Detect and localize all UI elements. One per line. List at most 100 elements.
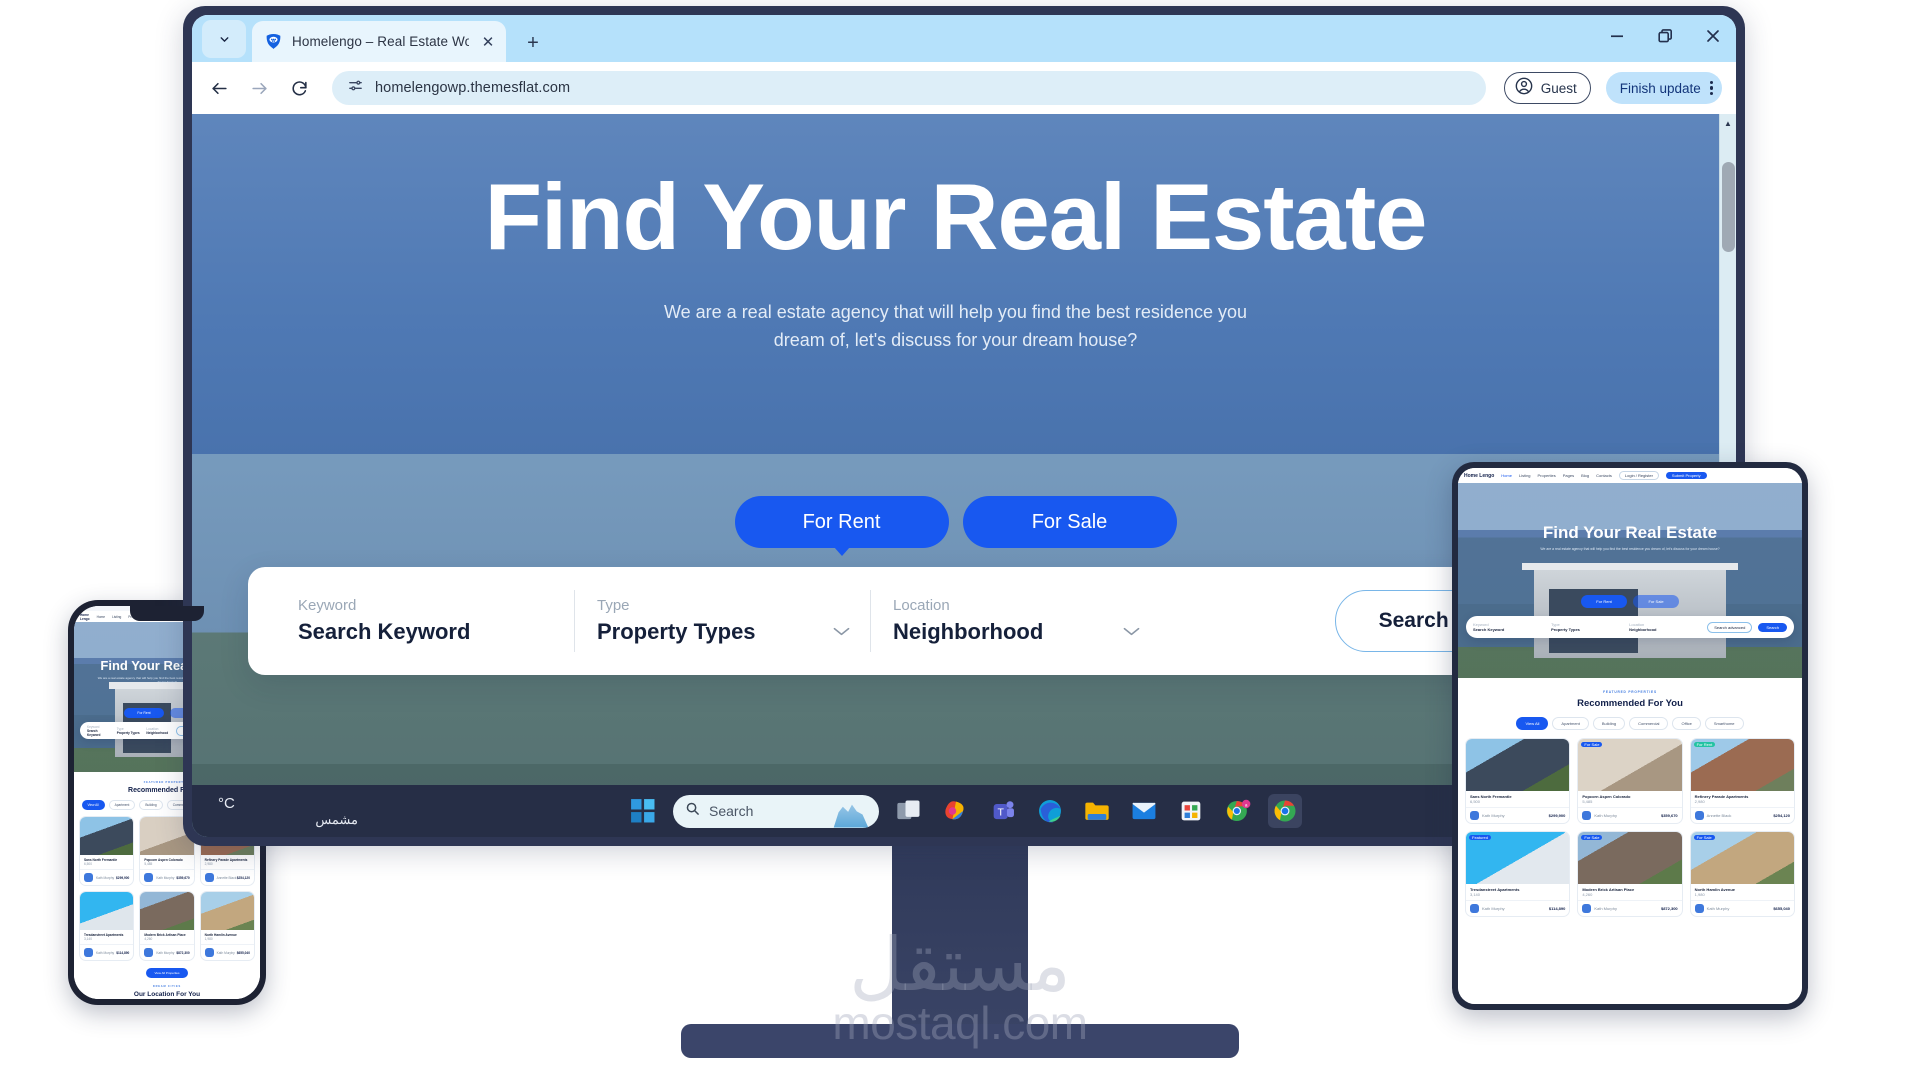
profile-label: Guest: [1540, 80, 1577, 96]
mini-property-thumb: Featured: [1466, 832, 1570, 884]
arrow-left-icon[interactable]: [202, 71, 236, 105]
mini-property-body: Refinery Parade Apartments 2,980: [1691, 791, 1794, 807]
address-bar[interactable]: homelengowp.themesflat.com: [332, 71, 1486, 105]
avatar: [204, 873, 214, 882]
search-field-keyword[interactable]: Keyword Search Keyword: [276, 590, 574, 652]
taskbar-search[interactable]: Search: [673, 794, 879, 828]
search-field-location[interactable]: Location Neighborhood: [870, 590, 1160, 652]
weather-widget[interactable]: °C مشمس: [218, 787, 358, 835]
mini-property-thumb: For Sale: [1578, 832, 1682, 884]
mini-agent-name: Kath Murphy: [216, 950, 235, 955]
tab-for-rent[interactable]: For Rent: [734, 496, 949, 548]
mini-property-price: $872,300: [176, 950, 190, 955]
kebab-menu-icon[interactable]: [1709, 80, 1713, 96]
minimize-icon[interactable]: [1608, 27, 1626, 45]
plus-icon[interactable]: +: [520, 33, 546, 53]
mini-property-thumb: [140, 892, 194, 930]
teams-icon[interactable]: T: [986, 794, 1020, 828]
taskbar-items: Search T a: [626, 794, 1302, 828]
mini-filter-office: Office: [1672, 717, 1701, 730]
scrollbar-thumb[interactable]: [1722, 162, 1735, 252]
mini-property-badge: Featured: [1469, 835, 1492, 840]
mini-filter-apartment: Apartment: [1552, 717, 1589, 730]
browser-tab[interactable]: Homelengo – Real Estate WordPress Theme …: [252, 21, 506, 62]
avatar: [84, 873, 93, 882]
mini-agent-name: Kath Murphy: [156, 950, 175, 955]
search-label-location: Location: [893, 597, 950, 614]
chevron-down-icon[interactable]: [1123, 624, 1140, 642]
mini-hero-title: Find Your Real Estate: [1542, 523, 1718, 542]
arrow-right-icon[interactable]: [242, 71, 276, 105]
close-icon[interactable]: ✕: [478, 33, 498, 51]
mini-property-foot: Kath Murphy $359,670: [140, 869, 194, 885]
avatar: [144, 873, 154, 882]
mini-hero-tint: [1458, 529, 1802, 647]
avatar: [1694, 904, 1704, 913]
weather-description: مشمس: [315, 811, 358, 827]
finish-update-label: Finish update: [1619, 80, 1701, 96]
mini-property-meta: 2,980: [1694, 799, 1705, 804]
reload-icon[interactable]: [282, 71, 316, 105]
avatar: [1582, 904, 1592, 913]
chrome-icon[interactable]: [1268, 794, 1302, 828]
mini-property-grid: Sans North Fremantle 6,500 Kath Murphy $…: [1465, 738, 1795, 917]
mini-hero-subtitle-line2: dream of, let's discuss for your dream h…: [1651, 547, 1720, 551]
mini-property-badge: For Sale: [1581, 835, 1603, 840]
mini-property-title: Sans North Fremantle: [1470, 794, 1512, 799]
finish-update-button[interactable]: Finish update: [1605, 72, 1722, 104]
tab-for-sale[interactable]: For Sale: [962, 496, 1177, 548]
mini-search-field-location: Location Neighborhood: [146, 727, 170, 735]
avatar: [1582, 811, 1592, 820]
mini-filter-building: Building: [1592, 717, 1626, 730]
edge-icon[interactable]: [1033, 794, 1067, 828]
mini-locations-eyebrow: DREAM CITIES: [152, 985, 182, 988]
mini-property-agent: Annette Black: [204, 873, 236, 882]
hero-tabs: For Rent For Sale: [734, 496, 1177, 548]
mini-recommended-section: FEATURED PROPERTIES Recommended For You …: [1458, 678, 1802, 929]
restore-icon[interactable]: [1656, 27, 1674, 45]
mini-property-badge: For Sale: [1581, 742, 1603, 747]
search-field-type[interactable]: Type Property Types: [574, 590, 870, 652]
mini-hero-house: [1522, 562, 1738, 659]
site-settings-icon[interactable]: [347, 77, 364, 99]
mini-property-card: For Rent Refinery Parade Apartments 2,98…: [1689, 738, 1795, 824]
widgets-icon[interactable]: [939, 794, 973, 828]
mini-property-price: $114,890: [116, 950, 130, 955]
task-view-icon[interactable]: [892, 794, 926, 828]
mini-property-foot: Kath Murphy $872,300: [140, 944, 194, 960]
store-icon[interactable]: [1174, 794, 1208, 828]
mini-property-price: $114,890: [1548, 906, 1566, 911]
mini-nav-item-listing: Listing: [1518, 473, 1531, 478]
mini-property-meta: 5,485: [144, 862, 153, 866]
mini-search-label-keyword: Keyword: [87, 724, 100, 729]
mini-property-title: Refinery Parade Apartments: [204, 858, 248, 862]
mail-icon[interactable]: [1127, 794, 1161, 828]
mini-property-price: $254,120: [1773, 813, 1790, 818]
search-select-type[interactable]: Property Types: [597, 619, 848, 645]
mini-property-foot: Annette Black $254,120: [200, 869, 254, 885]
file-explorer-icon[interactable]: [1080, 794, 1114, 828]
shield-home-icon: [264, 32, 283, 51]
chrome-canary-icon[interactable]: a: [1221, 794, 1255, 828]
mini-property-foot: Kath Murphy $299,900: [1466, 807, 1570, 823]
mini-property-agent: Kath Murphy: [1694, 904, 1729, 913]
mini-property-title: Modern Brick Artisan Place: [144, 933, 186, 937]
windows-start-icon[interactable]: [626, 794, 660, 828]
chevron-down-icon[interactable]: [833, 624, 850, 642]
mini-recommended-title: Recommended For You: [1577, 698, 1683, 709]
tab-search-icon[interactable]: [202, 20, 246, 58]
mini-property-card: Tresdanstreet Apartments 3,140 Kath Murp…: [79, 891, 135, 961]
mini-property-title: North Hamlin Avenue: [1694, 887, 1736, 892]
close-icon[interactable]: [1704, 27, 1722, 45]
mini-property-meta: 6,500: [84, 862, 92, 866]
search-input-keyword[interactable]: Search Keyword: [298, 619, 552, 645]
search-select-location[interactable]: Neighborhood: [893, 619, 1138, 645]
search-decoration-image: [833, 804, 869, 828]
mini-property-thumb: [1466, 739, 1570, 791]
caret-up-icon[interactable]: ▲: [1720, 116, 1736, 131]
address-bar-url: homelengowp.themesflat.com: [375, 80, 571, 96]
browser-toolbar: homelengowp.themesflat.com Guest Finish …: [192, 62, 1736, 114]
search-panel: Keyword Search Keyword Type Property Typ…: [248, 567, 1663, 675]
mini-search-label-location: Location: [1629, 622, 1645, 627]
profile-chip[interactable]: Guest: [1503, 72, 1591, 104]
